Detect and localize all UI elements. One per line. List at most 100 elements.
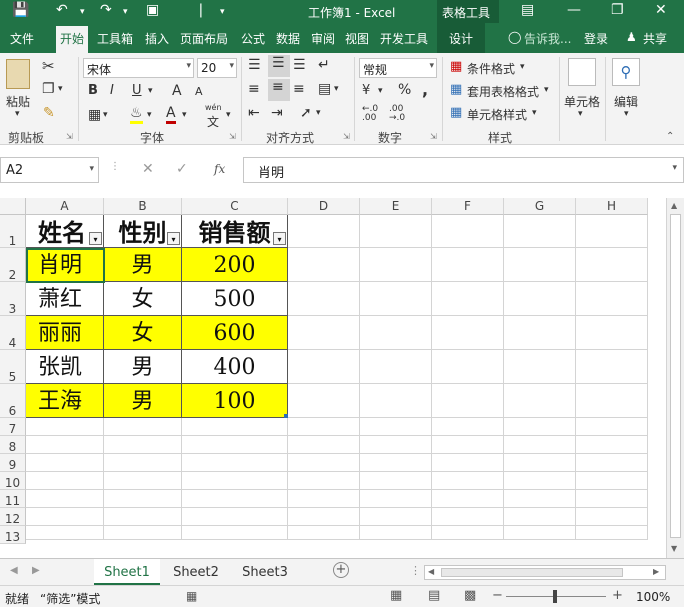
orientation-dropdown-icon[interactable]: ▾ [316,108,321,118]
table-cell[interactable]: 王海 [26,384,104,418]
grid-cell[interactable] [504,472,576,490]
grid-cell[interactable] [432,508,504,526]
table-resize-handle[interactable] [284,414,288,418]
grid-cell[interactable] [104,454,182,472]
grid-cell[interactable] [288,316,360,350]
grid-cell[interactable] [182,490,288,508]
align-center-icon[interactable]: ≡ [268,79,290,101]
font-launcher-icon[interactable]: ⇲ [229,132,236,141]
shrink-font-button[interactable]: A [195,85,203,98]
table-cell[interactable]: 100 [182,384,288,418]
align-bottom-icon[interactable]: ☰ [293,57,306,73]
format-painter-icon[interactable]: ✎ [43,105,55,121]
copy-dropdown-icon[interactable]: ▾ [58,84,63,94]
restore-icon[interactable]: ❐ [611,2,624,18]
grid-cell[interactable] [576,418,648,436]
currency-button[interactable]: ¥ [362,83,370,98]
vertical-scroll-thumb[interactable] [670,214,681,538]
sheet-tab-sheet2[interactable]: Sheet2 [163,559,229,585]
grid-cell[interactable] [288,490,360,508]
column-header-g[interactable]: G [504,198,576,215]
row-header-5[interactable]: 5 [0,350,26,384]
orientation-icon[interactable]: ➚ [300,105,312,121]
bold-button[interactable]: B [88,83,98,98]
grid-cell[interactable] [360,384,432,418]
number-format-select[interactable]: 常规 ▾ [359,58,437,78]
insert-function-button[interactable]: fx [214,162,225,176]
grid-cell[interactable] [288,436,360,454]
grid-cell[interactable] [288,282,360,316]
worksheet-grid[interactable]: A B C D E F G H 1 2 3 4 5 6 7 8 9 10 11 12 13 姓名 ▾ 性别 ▾ 销售额 ▾ 肖明男 20… [0,198,684,558]
zoom-in-button[interactable]: + [612,588,623,603]
comma-button[interactable]: , [422,80,428,99]
grid-cell[interactable] [504,384,576,418]
share-button[interactable]: 共享 [643,30,667,47]
paste-button[interactable]: 粘贴 [6,93,30,110]
grid-cell[interactable] [360,526,432,540]
sheet-tab-sheet1[interactable]: Sheet1 [94,559,160,585]
cell-style-button[interactable]: 单元格样式 [467,106,527,123]
tab-view[interactable]: 视图 [345,30,369,47]
align-left-icon[interactable]: ≡ [248,81,260,97]
grid-cell[interactable] [576,248,648,282]
grid-cell[interactable] [104,526,182,540]
table-header-cell[interactable]: 销售额 ▾ [182,215,288,248]
grid-cell[interactable] [288,350,360,384]
cell-style-dropdown-icon[interactable]: ▾ [532,108,537,118]
sheet-tab-sheet3[interactable]: Sheet3 [232,559,298,585]
grid-cell[interactable] [576,490,648,508]
cut-icon[interactable]: ✂ [42,57,55,75]
underline-dropdown-icon[interactable]: ▾ [148,86,153,96]
grid-cell[interactable] [504,526,576,540]
grid-cell[interactable] [504,215,576,248]
scroll-right-icon[interactable]: ▶ [653,567,659,576]
paste-dropdown-icon[interactable]: ▾ [15,109,20,119]
grid-cell[interactable] [26,418,104,436]
filter-dropdown-icon[interactable]: ▾ [273,232,286,245]
grid-cell[interactable] [288,526,360,540]
grid-cell[interactable] [432,526,504,540]
grid-cell[interactable] [360,454,432,472]
grid-cell[interactable] [288,472,360,490]
font-color-button[interactable]: A [166,105,176,124]
formula-input[interactable]: 肖明 ▾ [243,157,684,183]
font-size-select[interactable]: 20 ▾ [197,58,237,78]
grid-cell[interactable] [576,384,648,418]
horizontal-scroll-thumb[interactable] [441,568,623,577]
decrease-decimal-icon[interactable]: .00 →.0 [389,105,405,123]
grid-cell[interactable] [182,526,288,540]
grid-cell[interactable] [360,418,432,436]
borders-icon[interactable]: ▦ [88,107,101,123]
grid-cell[interactable] [104,436,182,454]
scroll-down-icon[interactable]: ▼ [671,544,677,553]
tell-me-box[interactable]: 告诉我... [524,30,571,47]
conditional-format-dropdown-icon[interactable]: ▾ [520,62,525,72]
table-cell[interactable]: 女 [104,316,182,350]
editing-dropdown-icon[interactable]: ▾ [624,109,629,119]
editing-button[interactable]: 编辑 [614,93,638,110]
vertical-scrollbar[interactable]: ▲ ▼ [666,198,684,558]
grid-cell[interactable] [504,436,576,454]
row-header-6[interactable]: 6 [0,384,26,418]
add-sheet-icon[interactable]: + [333,562,349,578]
grid-cell[interactable] [360,282,432,316]
grid-cell[interactable] [576,526,648,540]
grid-cell[interactable] [576,282,648,316]
grid-cell[interactable] [360,436,432,454]
grid-cell[interactable] [288,418,360,436]
tab-home[interactable]: 开始 [56,26,89,53]
wrap-text-icon[interactable]: ↵ [318,57,330,73]
row-header-13[interactable]: 13 [0,526,26,544]
fill-color-dropdown-icon[interactable]: ▾ [147,110,152,120]
align-top-icon[interactable]: ☰ [248,57,261,73]
row-header-11[interactable]: 11 [0,490,26,508]
grid-cell[interactable] [360,248,432,282]
row-header-10[interactable]: 10 [0,472,26,490]
borders-dropdown-icon[interactable]: ▾ [103,110,108,120]
column-header-e[interactable]: E [360,198,432,215]
grid-cell[interactable] [576,316,648,350]
collapse-ribbon-icon[interactable]: ⌃ [666,131,674,142]
undo-icon[interactable]: ↶ [56,2,68,18]
increase-decimal-icon[interactable]: ←.0.00 [362,105,378,123]
table-format-button[interactable]: 套用表格格式 [467,83,539,100]
